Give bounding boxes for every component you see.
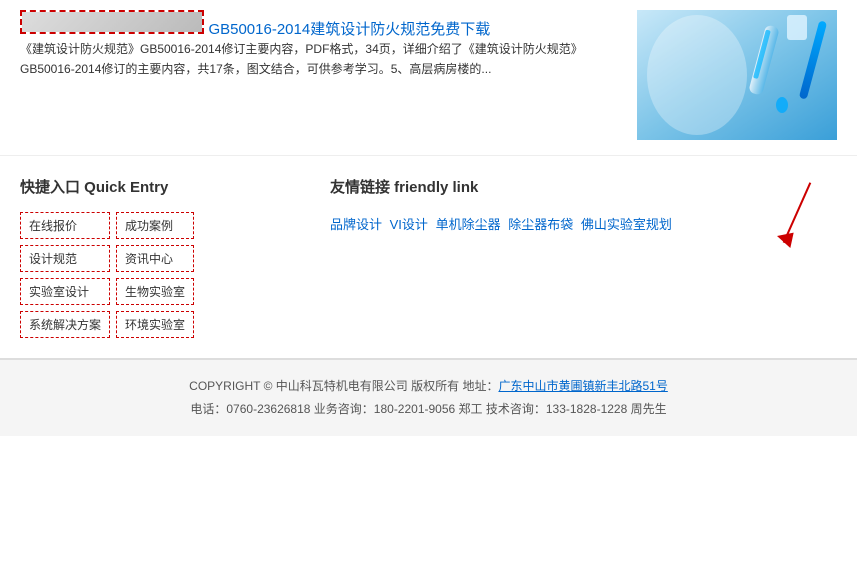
quick-links-grid: 在线报价 成功案例 设计规范 资讯中心 实验室设计 生物实验室 系统解决方案 环… (20, 212, 194, 338)
quick-link-success-cases[interactable]: 成功案例 (116, 212, 194, 239)
quick-link-env-lab[interactable]: 环境实验室 (116, 311, 194, 338)
footer-contact-line: 电话：0760-23626818 业务咨询：180-2201-9056 郑工 技… (20, 398, 837, 421)
quick-entry-section: 快捷入口 Quick Entry 在线报价 成功案例 设计规范 资讯中心 实验室… (20, 176, 300, 338)
friendly-link-foshan-lab[interactable]: 佛山实验室规划 (581, 217, 672, 232)
quick-link-system-solution[interactable]: 系统解决方案 (20, 311, 110, 338)
quick-link-news-center[interactable]: 资讯中心 (116, 245, 194, 272)
article-title-link[interactable]: GB50016-2014建筑设计防火规范免费下载 (208, 21, 490, 38)
copyright-text: COPYRIGHT © 中山科瓦特机电有限公司 版权所有 地址： (189, 379, 498, 393)
footer-address-link[interactable]: 广东中山市黄圃镇新丰北路51号 (498, 379, 667, 393)
lab-image-container (637, 10, 837, 140)
friendly-link-vi-design[interactable]: VI设计 (390, 217, 428, 232)
arrow-decoration (757, 176, 837, 338)
friendly-link-brand-design[interactable]: 品牌设计 (330, 217, 382, 232)
footer: COPYRIGHT © 中山科瓦特机电有限公司 版权所有 地址：广东中山市黄圃镇… (0, 359, 857, 436)
footer-copyright-line: COPYRIGHT © 中山科瓦特机电有限公司 版权所有 地址：广东中山市黄圃镇… (20, 375, 837, 398)
friendly-links-title: 友情链接 friendly link (330, 176, 727, 197)
friendly-link-dust-collector[interactable]: 单机除尘器 (436, 217, 501, 232)
quick-link-online-quote[interactable]: 在线报价 (20, 212, 110, 239)
middle-section: 快捷入口 Quick Entry 在线报价 成功案例 设计规范 资讯中心 实验室… (0, 156, 857, 359)
article-content: GB50016-2014建筑设计防火规范免费下载 《建筑设计防火规范》GB500… (20, 10, 617, 140)
friendly-links-section: 友情链接 friendly link 品牌设计 VI设计 单机除尘器 除尘器布袋… (330, 176, 727, 338)
friendly-link-dust-bag[interactable]: 除尘器布袋 (508, 217, 573, 232)
quick-link-bio-lab[interactable]: 生物实验室 (116, 278, 194, 305)
lab-image (637, 10, 837, 140)
friendly-links-list: 品牌设计 VI设计 单机除尘器 除尘器布袋 佛山实验室规划 (330, 212, 727, 238)
article-description: 《建筑设计防火规范》GB50016-2014修订主要内容，PDF格式，34页，详… (20, 39, 617, 80)
quick-entry-title: 快捷入口 Quick Entry (20, 176, 300, 197)
red-arrow-icon (757, 176, 837, 256)
quick-link-lab-design[interactable]: 实验室设计 (20, 278, 110, 305)
article-image-border (20, 10, 204, 34)
top-section: GB50016-2014建筑设计防火规范免费下载 《建筑设计防火规范》GB500… (0, 0, 857, 156)
quick-link-design-specs[interactable]: 设计规范 (20, 245, 110, 272)
